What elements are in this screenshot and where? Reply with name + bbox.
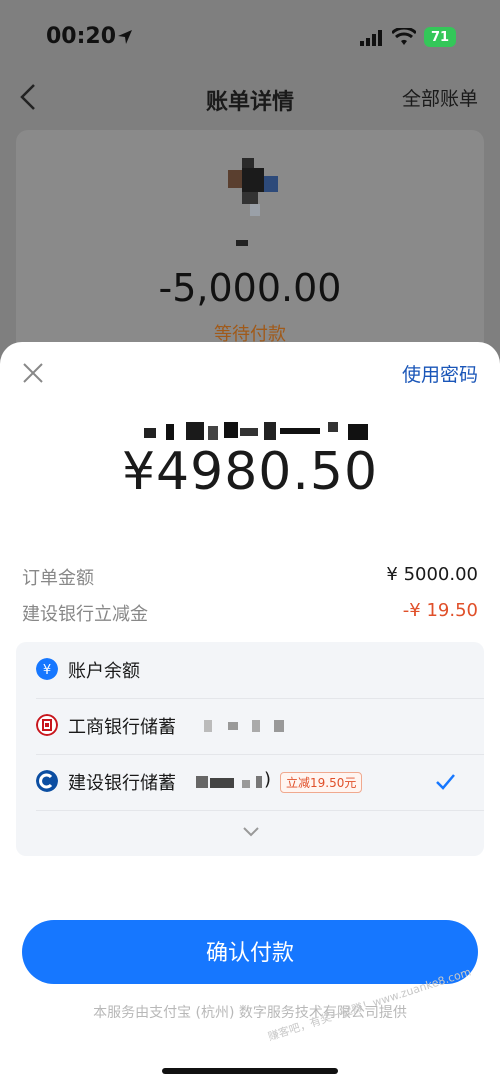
location-arrow-icon: [118, 30, 132, 44]
order-amount-value: ¥ 5000.00: [386, 564, 478, 585]
use-password-link[interactable]: 使用密码: [402, 360, 478, 387]
discount-label: 建设银行立减金: [22, 604, 148, 625]
confirm-payment-button[interactable]: 确认付款: [22, 920, 478, 984]
discount-tag: 立减19.50元: [280, 772, 363, 793]
divider: [36, 810, 484, 811]
balance-icon: ¥: [36, 658, 58, 680]
checkmark-icon: [436, 774, 455, 790]
merchant-name-mosaic: [144, 422, 368, 440]
method-name: 建设银行储蓄: [68, 773, 176, 794]
method-ccb[interactable]: 建设银行储蓄 ) 立减19.50元: [16, 754, 484, 810]
close-icon[interactable]: [22, 362, 44, 384]
battery-level: 71: [430, 29, 450, 45]
wifi-icon: [392, 28, 416, 45]
order-amount-row: 订单金额 ¥ 5000.00: [22, 564, 478, 590]
discount-value: -¥ 19.50: [402, 600, 478, 621]
chevron-down-icon[interactable]: [242, 826, 260, 838]
method-name: 工商银行储蓄: [68, 717, 176, 738]
card-suffix: ): [264, 769, 272, 790]
method-icbc[interactable]: 工商银行储蓄: [16, 698, 484, 754]
all-bills-link[interactable]: 全部账单: [402, 84, 478, 111]
merchant-name-redacted: [236, 240, 248, 246]
icbc-icon: [36, 714, 58, 736]
ccb-icon: [36, 770, 58, 792]
merchant-avatar: [228, 158, 278, 216]
battery-icon: 71: [424, 27, 456, 47]
status-bar: 00:20 71: [0, 0, 500, 74]
card-number-redacted: [196, 776, 262, 788]
payment-methods: ¥ 账户余额 工商银行储蓄 建设银行储蓄 ) 立减19.50元: [16, 642, 484, 856]
payment-amount: ¥4980.50: [121, 442, 379, 502]
bill-amount: -5,000.00: [158, 266, 342, 310]
payment-sheet: 使用密码 ¥4980.50 订单金额 ¥ 5000.00 建设银行立减金 -¥ …: [0, 342, 500, 1084]
nav-bar: 账单详情 全部账单: [0, 74, 500, 120]
status-time: 00:20: [46, 24, 117, 49]
svg-text:¥: ¥: [43, 663, 51, 678]
method-account-balance[interactable]: ¥ 账户余额: [16, 642, 484, 698]
card-number-redacted: [204, 720, 284, 732]
method-name: 账户余额: [68, 661, 140, 682]
discount-row: 建设银行立减金 -¥ 19.50: [22, 600, 478, 626]
order-amount-label: 订单金额: [22, 568, 94, 589]
cellular-signal-icon: [360, 30, 382, 46]
service-provider-note: 本服务由支付宝 (杭州) 数字服务技术有限公司提供: [93, 1005, 407, 1021]
home-indicator[interactable]: [162, 1068, 338, 1074]
